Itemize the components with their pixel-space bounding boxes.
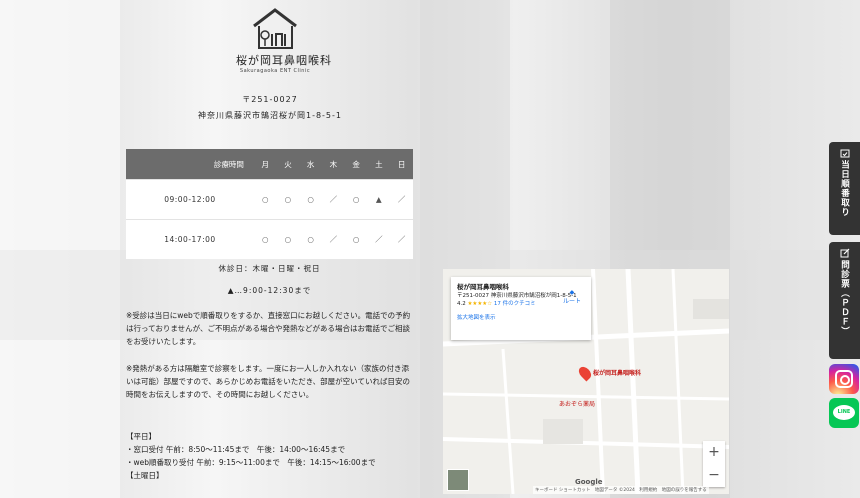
day-header: 木 (322, 149, 345, 180)
schedule-time: 14:00-17:00 (126, 219, 254, 259)
day-header: 火 (276, 149, 300, 180)
larger-map-link[interactable]: 拡大地図を表示 (457, 313, 585, 321)
calendar-check-icon (840, 149, 849, 158)
zoom-out-button[interactable]: − (703, 464, 725, 487)
zoom-in-button[interactable]: + (703, 441, 725, 464)
schedule-mark: ○ (276, 219, 300, 259)
clinic-name-en: Sakuragaoka ENT Clinic (239, 68, 311, 74)
day-header: 日 (390, 149, 413, 180)
map-place-label: あおぞら薬局 (559, 401, 596, 408)
line-bubble: LINE (833, 405, 855, 420)
clinic-logo[interactable]: 桜が岡耳鼻咽喉科 Sakuragaoka ENT Clinic (236, 6, 332, 74)
schedule-mark: ○ (299, 179, 323, 220)
saturday-hours-note: ▲…9:00-12:30まで (227, 286, 312, 295)
schedule-row: 09:00-12:00 ○ ○ ○ ／ ○ ▲ ／ (126, 179, 413, 220)
schedule-mark: ／ (322, 219, 345, 259)
weekday-counter-hours: ・窓口受付 午前：8:50～11:45まで 午後：14:00～16:45まで (126, 445, 346, 454)
schedule-mark: ／ (322, 179, 345, 220)
schedule-mark: ○ (344, 219, 368, 259)
google-map[interactable]: 桜が岡耳鼻咽喉科 〒251-0027 神奈川県藤沢市鵠沼桜が岡1-8-5-1 4… (443, 269, 729, 494)
satellite-toggle[interactable] (447, 469, 469, 491)
rating-stars: ★★★★☆ (467, 301, 493, 307)
edit-icon (840, 248, 849, 258)
zoom-controls: + − (703, 441, 725, 487)
reception-note: ※受診は当日にwebで順番取りをするか、直接窓口にお越しください。電話での予約は… (126, 311, 411, 346)
schedule-mark: ／ (367, 219, 391, 259)
schedule-mark: ○ (253, 219, 277, 259)
map-footer[interactable]: キーボード ショートカット 地図データ ©2024 利用規約 地図の誤りを報告す… (533, 486, 709, 494)
day-header: 月 (253, 149, 277, 180)
schedule-mark: ▲ (367, 179, 391, 220)
line-icon[interactable]: LINE (829, 398, 859, 428)
schedule-mark: ○ (276, 179, 300, 220)
review-count-link[interactable]: 17 件のクチコミ (494, 301, 536, 307)
schedule-mark: ／ (390, 219, 413, 259)
rating-value: 4.2 (457, 301, 466, 307)
same-day-ticket-button[interactable]: 当日順番取り (829, 142, 860, 235)
day-header: 土 (367, 149, 391, 180)
same-day-ticket-label: 当日順番取り (839, 160, 850, 217)
postal-code: 〒251-0027 (242, 95, 298, 104)
schedule-mark: ／ (390, 179, 413, 220)
day-header: 水 (299, 149, 323, 180)
questionnaire-pdf-button[interactable]: 問診票（ＰＤＦ） (829, 242, 860, 359)
schedule-mark: ○ (253, 179, 277, 220)
directions-icon: ◆ (569, 289, 575, 296)
schedule-mark: ○ (344, 179, 368, 220)
map-info-card: 桜が岡耳鼻咽喉科 〒251-0027 神奈川県藤沢市鵠沼桜が岡1-8-5-1 4… (451, 277, 591, 340)
house-logo-icon (253, 8, 297, 49)
google-logo: Google (575, 478, 603, 486)
street-address: 神奈川県藤沢市鵠沼桜が岡1-8-5-1 (197, 111, 343, 120)
schedule-row: 14:00-17:00 ○ ○ ○ ／ ○ ／ ／ (126, 219, 413, 259)
day-header: 金 (344, 149, 368, 180)
schedule-header-label: 診療時間 (126, 149, 254, 180)
fever-note: ※発熱がある方は隔離室で診察をします。一度にお一人しか入れない（家族の付き添いは… (126, 364, 410, 399)
reception-hours: 【平日】 ・窓口受付 午前：8:50～11:45まで 午後：14:00～16:4… (126, 430, 416, 482)
clinic-name: 桜が岡耳鼻咽喉科 (236, 54, 332, 67)
route-button[interactable]: ◆ ルート (563, 289, 581, 305)
background-panel (0, 0, 120, 498)
saturday-heading: 【土曜日】 (126, 471, 164, 480)
schedule-mark: ○ (299, 219, 323, 259)
route-label: ルート (562, 298, 581, 305)
questionnaire-pdf-label: 問診票（ＰＤＦ） (839, 260, 850, 336)
weekday-heading: 【平日】 (126, 432, 156, 441)
weekday-web-hours: ・web順番取り受付 午前：9:15～11:00まで 午後：14:15～16:0… (126, 458, 376, 467)
instagram-lens (840, 375, 850, 385)
schedule-table: 診療時間 月 火 水 木 金 土 日 09:00-12:00 ○ ○ ○ ／ ○… (126, 149, 413, 259)
schedule-header-row: 診療時間 月 火 水 木 金 土 日 (126, 149, 413, 180)
closed-days: 休診日：木曜・日曜・祝日 (218, 264, 321, 273)
schedule-time: 09:00-12:00 (126, 179, 254, 220)
instagram-icon[interactable] (829, 364, 859, 394)
map-pin-label: 桜が岡耳鼻咽喉科 (593, 370, 642, 377)
